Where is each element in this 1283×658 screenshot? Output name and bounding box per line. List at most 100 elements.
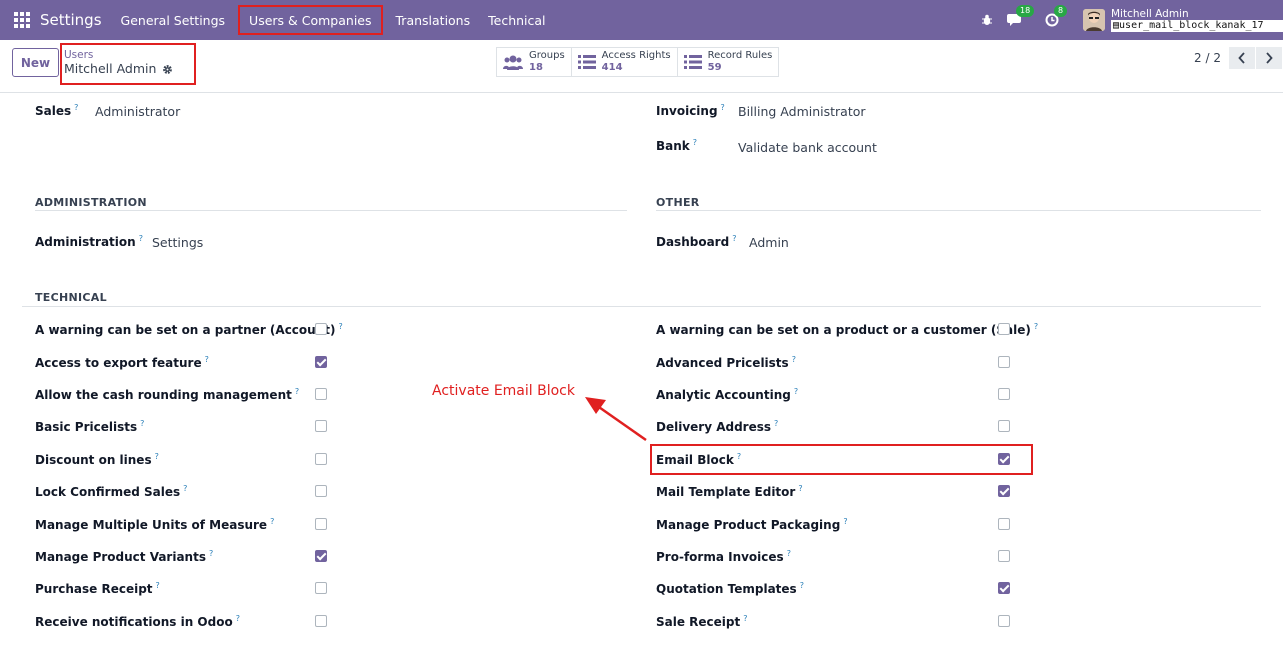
help-tooltip-icon[interactable]: ? xyxy=(800,581,804,590)
technical-option-checkbox[interactable] xyxy=(998,388,1010,400)
field-label-dashboard: Dashboard? xyxy=(656,234,737,249)
technical-option-label: Manage Product Packaging? xyxy=(656,517,848,532)
help-tooltip-icon[interactable]: ? xyxy=(209,549,213,558)
field-value-dashboard[interactable]: Admin xyxy=(749,235,789,250)
breadcrumb-current: Mitchell Admin xyxy=(64,61,194,77)
help-tooltip-icon[interactable]: ? xyxy=(794,387,798,396)
technical-option-checkbox[interactable] xyxy=(998,550,1010,562)
access-rights-stat-value: 414 xyxy=(601,62,623,73)
technical-option-label: Purchase Receipt? xyxy=(35,581,160,596)
record-rules-stat-label: Record Rules xyxy=(707,50,773,61)
technical-option-label: Discount on lines? xyxy=(35,452,159,467)
field-value-administration[interactable]: Settings xyxy=(152,235,203,250)
help-tooltip-icon[interactable]: ? xyxy=(155,452,159,461)
technical-option-checkbox[interactable] xyxy=(315,615,327,627)
annotation-arrow-icon xyxy=(585,397,647,442)
pager-previous-button[interactable] xyxy=(1229,47,1256,69)
pager: 2 / 2 xyxy=(1194,47,1283,69)
help-tooltip-icon[interactable]: ? xyxy=(787,549,791,558)
help-tooltip-icon[interactable]: ? xyxy=(270,517,274,526)
technical-option-checkbox[interactable] xyxy=(998,485,1010,497)
help-tooltip-icon[interactable]: ? xyxy=(732,234,736,243)
breadcrumb: Users Mitchell Admin xyxy=(60,43,196,85)
access-rights-stat-button[interactable]: Access Rights 414 xyxy=(572,48,678,76)
field-label-sales: Sales? xyxy=(35,103,79,118)
help-tooltip-icon[interactable]: ? xyxy=(338,322,342,331)
technical-option-label: Delivery Address? xyxy=(656,419,779,434)
activities-button[interactable]: 8 xyxy=(1045,5,1068,28)
help-tooltip-icon[interactable]: ? xyxy=(721,103,725,112)
activities-count-badge: 8 xyxy=(1054,5,1068,17)
field-value-invoicing[interactable]: Billing Administrator xyxy=(738,104,866,119)
help-tooltip-icon[interactable]: ? xyxy=(183,484,187,493)
technical-option-checkbox[interactable] xyxy=(998,420,1010,432)
technical-option-checkbox[interactable] xyxy=(998,518,1010,530)
record-rules-stat-button[interactable]: Record Rules 59 xyxy=(678,48,779,76)
technical-option-checkbox[interactable] xyxy=(315,388,327,400)
technical-option-checkbox[interactable] xyxy=(315,518,327,530)
apps-menu-icon[interactable] xyxy=(14,12,30,28)
chevron-left-icon xyxy=(1238,52,1245,64)
help-tooltip-icon[interactable]: ? xyxy=(140,419,144,428)
technical-option-label: Receive notifications in Odoo? xyxy=(35,614,240,629)
messages-count-badge: 18 xyxy=(1016,5,1035,17)
pager-next-button[interactable] xyxy=(1256,47,1283,69)
technical-option-label: Pro-forma Invoices? xyxy=(656,549,791,564)
field-value-sales[interactable]: Administrator xyxy=(95,104,180,119)
help-tooltip-icon[interactable]: ? xyxy=(236,614,240,623)
menu-translations[interactable]: Translations xyxy=(387,5,480,35)
technical-option-checkbox[interactable] xyxy=(315,356,327,368)
top-navbar: Settings General Settings Users & Compan… xyxy=(0,0,1283,40)
technical-option-label: Access to export feature? xyxy=(35,355,209,370)
breadcrumb-users-link[interactable]: Users xyxy=(64,49,194,61)
section-divider xyxy=(22,306,1261,307)
help-tooltip-icon[interactable]: ? xyxy=(74,103,78,112)
help-tooltip-icon[interactable]: ? xyxy=(156,581,160,590)
help-tooltip-icon[interactable]: ? xyxy=(205,355,209,364)
user-menu[interactable]: Mitchell Admin ▤user_mail_block_kanak_17 xyxy=(1111,8,1283,32)
help-tooltip-icon[interactable]: ? xyxy=(843,517,847,526)
technical-option-checkbox[interactable] xyxy=(315,323,327,335)
technical-option-label: Mail Template Editor? xyxy=(656,484,803,499)
groups-stat-button[interactable]: Groups 18 xyxy=(497,48,572,76)
help-tooltip-icon[interactable]: ? xyxy=(693,138,697,147)
technical-option-checkbox[interactable] xyxy=(315,485,327,497)
technical-option-label: Sale Receipt? xyxy=(656,614,748,629)
help-tooltip-icon[interactable]: ? xyxy=(743,614,747,623)
section-divider xyxy=(35,210,627,211)
app-brand[interactable]: Settings xyxy=(40,11,102,29)
database-name: ▤user_mail_block_kanak_17 xyxy=(1111,20,1283,32)
technical-option-checkbox[interactable] xyxy=(998,323,1010,335)
technical-option-checkbox[interactable] xyxy=(315,582,327,594)
new-button[interactable]: New xyxy=(12,48,59,77)
field-label-administration: Administration? xyxy=(35,234,143,249)
help-tooltip-icon[interactable]: ? xyxy=(295,387,299,396)
messages-button[interactable]: 18 xyxy=(1007,5,1035,28)
section-title-other: OTHER xyxy=(656,196,700,209)
annotation-text: Activate Email Block xyxy=(432,383,575,399)
help-tooltip-icon[interactable]: ? xyxy=(1034,322,1038,331)
technical-option-checkbox[interactable] xyxy=(315,550,327,562)
technical-option-label: Quotation Templates? xyxy=(656,581,804,596)
menu-users-companies[interactable]: Users & Companies xyxy=(238,5,383,35)
bug-icon[interactable] xyxy=(981,14,993,26)
avatar[interactable] xyxy=(1083,9,1105,31)
menu-general-settings[interactable]: General Settings xyxy=(112,5,235,35)
help-tooltip-icon[interactable]: ? xyxy=(774,419,778,428)
technical-option-label: Manage Multiple Units of Measure? xyxy=(35,517,275,532)
technical-option-checkbox[interactable] xyxy=(998,582,1010,594)
menu-technical[interactable]: Technical xyxy=(479,5,554,35)
technical-option-checkbox[interactable] xyxy=(315,453,327,465)
technical-option-checkbox[interactable] xyxy=(998,615,1010,627)
technical-option-checkbox[interactable] xyxy=(998,356,1010,368)
technical-option-label: A warning can be set on a partner (Accou… xyxy=(35,322,343,337)
help-tooltip-icon[interactable]: ? xyxy=(139,234,143,243)
gear-icon[interactable] xyxy=(162,64,173,75)
pager-value[interactable]: 2 / 2 xyxy=(1194,51,1221,65)
help-tooltip-icon[interactable]: ? xyxy=(792,355,796,364)
record-rules-stat-value: 59 xyxy=(707,62,722,73)
user-avatar-icon xyxy=(1083,9,1105,31)
technical-option-checkbox[interactable] xyxy=(315,420,327,432)
field-value-bank[interactable]: Validate bank account xyxy=(738,140,877,155)
help-tooltip-icon[interactable]: ? xyxy=(798,484,802,493)
